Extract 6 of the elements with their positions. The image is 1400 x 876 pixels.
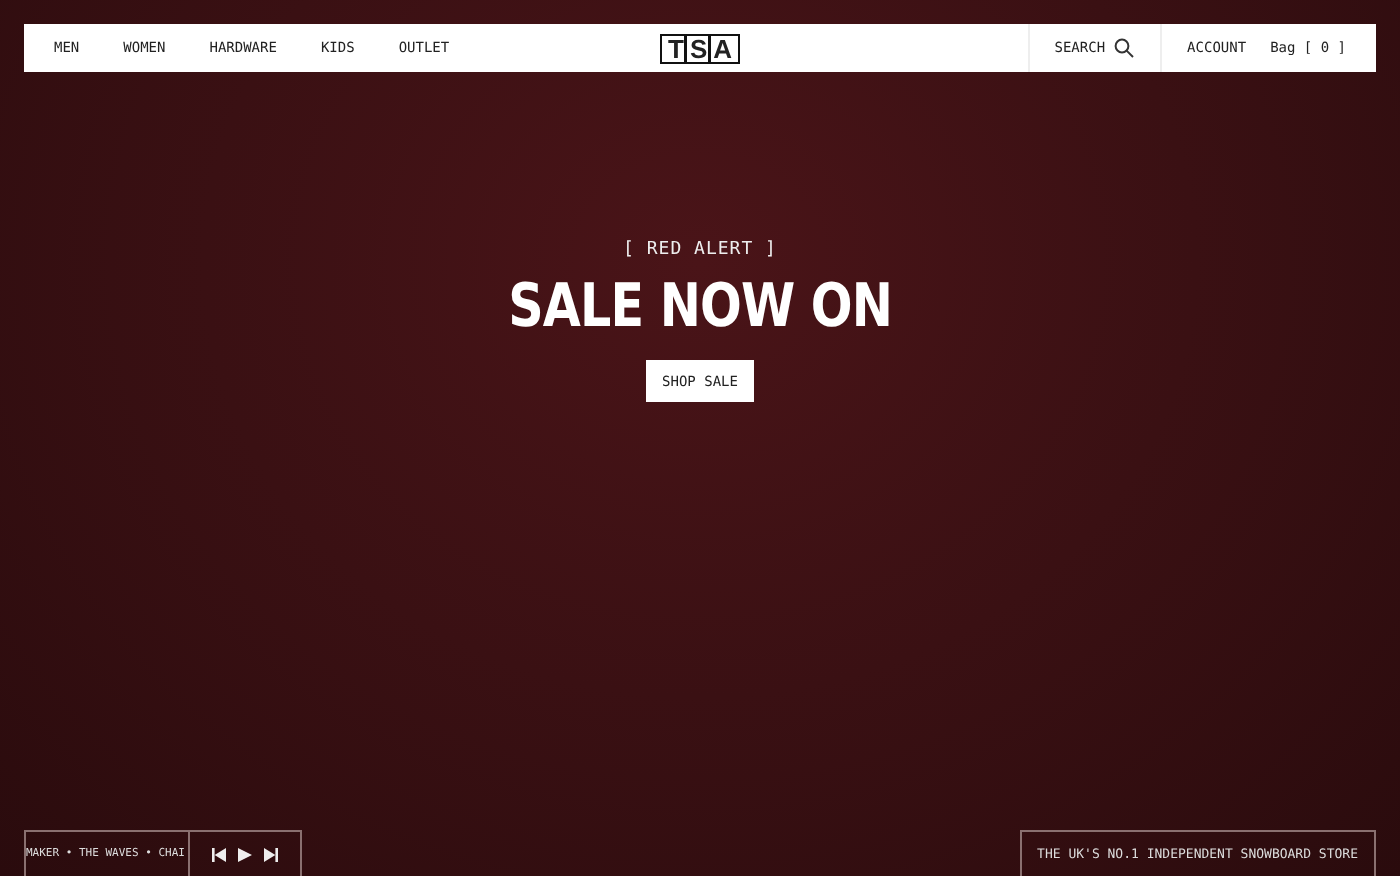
previous-icon[interactable] bbox=[212, 847, 226, 861]
play-icon[interactable] bbox=[238, 847, 252, 861]
next-icon[interactable] bbox=[264, 847, 278, 861]
eyebrow-label: [ RED ALERT ] bbox=[623, 240, 777, 260]
hero-title: SALE NOW ON bbox=[508, 272, 892, 342]
search-icon[interactable] bbox=[1113, 38, 1134, 58]
